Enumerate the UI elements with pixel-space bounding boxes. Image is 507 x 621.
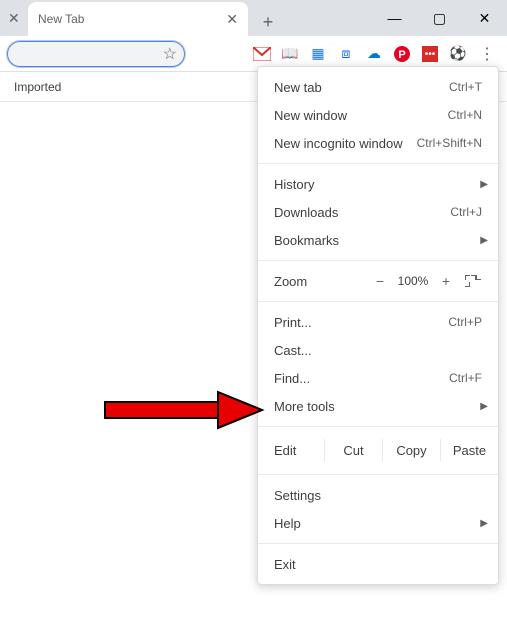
menu-find[interactable]: Find... Ctrl+F	[258, 364, 498, 392]
book-icon[interactable]: 📖	[281, 45, 299, 63]
chevron-right-icon: ▶	[480, 179, 488, 190]
edit-label: Edit	[274, 443, 324, 458]
more-menu-button[interactable]: ⋮	[477, 44, 497, 64]
chevron-right-icon: ▶	[480, 518, 488, 529]
extension-icons: 📖 ▦ ⧈ ☁ P ••• ⚽ ⋮	[253, 44, 501, 64]
menu-exit[interactable]: Exit	[258, 550, 498, 578]
menu-separator	[258, 260, 498, 261]
menu-bookmarks[interactable]: Bookmarks ▶	[258, 226, 498, 254]
menu-more-tools[interactable]: More tools ▶	[258, 392, 498, 420]
tab-title: New Tab	[38, 12, 226, 26]
close-window-button[interactable]: ✕	[462, 0, 507, 36]
tab-strip: ✕ New Tab ✕ + — ▢ ✕	[0, 0, 507, 36]
bookmark-folder-imported[interactable]: Imported	[14, 80, 61, 94]
lastpass-icon[interactable]: •••	[421, 45, 439, 63]
chevron-right-icon: ▶	[480, 235, 488, 246]
zoom-label: Zoom	[274, 274, 368, 289]
window-controls: — ▢ ✕	[372, 0, 507, 36]
zoom-value: 100%	[392, 274, 434, 288]
zoom-out-button[interactable]: −	[368, 273, 392, 289]
fullscreen-icon[interactable]	[464, 274, 482, 288]
menu-new-window[interactable]: New window Ctrl+N	[258, 101, 498, 129]
chrome-menu: New tab Ctrl+T New window Ctrl+N New inc…	[257, 66, 499, 585]
pinterest-icon[interactable]: P	[393, 45, 411, 63]
soccer-icon[interactable]: ⚽	[449, 45, 467, 63]
browser-tab[interactable]: New Tab ✕	[28, 2, 248, 36]
maximize-button[interactable]: ▢	[417, 0, 462, 36]
copy-button[interactable]: Copy	[382, 439, 440, 462]
chevron-right-icon: ▶	[480, 401, 488, 412]
bookmark-star-icon[interactable]: ☆	[163, 44, 177, 64]
menu-separator	[258, 301, 498, 302]
menu-zoom-row: Zoom − 100% +	[258, 267, 498, 295]
paste-button[interactable]: Paste	[440, 439, 498, 462]
onedrive-icon[interactable]: ☁	[365, 45, 383, 63]
menu-history[interactable]: History ▶	[258, 170, 498, 198]
menu-new-tab[interactable]: New tab Ctrl+T	[258, 73, 498, 101]
cut-button[interactable]: Cut	[324, 439, 382, 462]
annotation-arrow-icon	[100, 380, 270, 440]
svg-text:•••: •••	[425, 49, 436, 60]
minimize-button[interactable]: —	[372, 0, 417, 36]
menu-downloads[interactable]: Downloads Ctrl+J	[258, 198, 498, 226]
new-tab-button[interactable]: +	[254, 8, 282, 36]
close-icon[interactable]: ✕	[8, 10, 20, 27]
doc-icon[interactable]: ▦	[309, 45, 327, 63]
menu-help[interactable]: Help ▶	[258, 509, 498, 537]
gmail-icon[interactable]	[253, 45, 271, 63]
menu-incognito[interactable]: New incognito window Ctrl+Shift+N	[258, 129, 498, 157]
menu-edit-row: Edit Cut Copy Paste	[258, 433, 498, 468]
menu-separator	[258, 474, 498, 475]
menu-separator	[258, 163, 498, 164]
menu-cast[interactable]: Cast...	[258, 336, 498, 364]
svg-text:P: P	[398, 49, 405, 61]
menu-separator	[258, 426, 498, 427]
menu-print[interactable]: Print... Ctrl+P	[258, 308, 498, 336]
zoom-in-button[interactable]: +	[434, 273, 458, 289]
menu-settings[interactable]: Settings	[258, 481, 498, 509]
address-bar[interactable]: ☆	[6, 40, 186, 68]
dropbox-icon[interactable]: ⧈	[337, 45, 355, 63]
tab-close-icon[interactable]: ✕	[226, 11, 238, 28]
menu-separator	[258, 543, 498, 544]
